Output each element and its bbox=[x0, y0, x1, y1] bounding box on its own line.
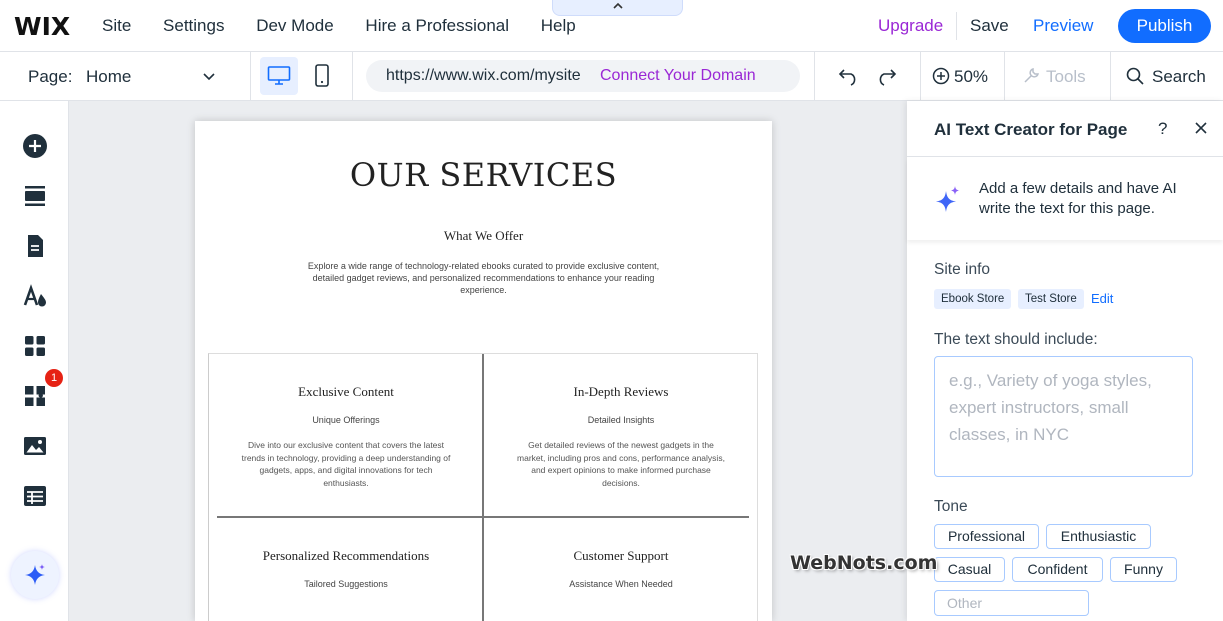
zoom-level: 50% bbox=[954, 67, 989, 86]
nav-help[interactable]: Help bbox=[541, 16, 576, 35]
ai-sparkle-icon bbox=[25, 564, 45, 585]
panel-intro: Add a few details and have AI write the … bbox=[907, 158, 1223, 240]
top-bar: WIX Site Settings Dev Mode Hire a Profes… bbox=[0, 0, 1223, 52]
tools-label: Tools bbox=[1046, 67, 1086, 86]
page-select[interactable]: Home bbox=[86, 67, 131, 87]
service-title: Personalized Recommendations bbox=[262, 548, 430, 563]
sections-icon[interactable] bbox=[22, 183, 48, 209]
nav-settings[interactable]: Settings bbox=[163, 16, 224, 35]
nav-site[interactable]: Site bbox=[102, 16, 131, 35]
service-title: Exclusive Content bbox=[298, 384, 394, 399]
pages-icon[interactable] bbox=[22, 233, 48, 259]
service-cell[interactable]: In-Depth Reviews Detailed Insights Get d… bbox=[484, 384, 758, 489]
divider bbox=[1110, 52, 1111, 101]
mobile-icon[interactable] bbox=[314, 64, 330, 88]
help-button[interactable]: ? bbox=[1158, 119, 1167, 139]
tone-enthusiastic[interactable]: Enthusiastic bbox=[1046, 524, 1151, 549]
divider bbox=[814, 52, 815, 101]
site-url-bar[interactable]: https://www.wix.com/mysite Connect Your … bbox=[366, 60, 800, 92]
page-preview[interactable]: OUR SERVICES What We Offer Explore a wid… bbox=[195, 121, 772, 621]
redo-icon[interactable] bbox=[875, 66, 897, 86]
panel-intro-text: Add a few details and have AI write the … bbox=[979, 180, 1177, 217]
services-description[interactable]: Explore a wide range of technology-relat… bbox=[295, 260, 672, 296]
add-elements-icon[interactable] bbox=[22, 133, 48, 159]
edit-site-info-link[interactable]: Edit bbox=[1091, 291, 1113, 306]
design-icon[interactable] bbox=[22, 283, 48, 309]
tone-label: Tone bbox=[934, 498, 968, 515]
tone-casual[interactable]: Casual bbox=[934, 557, 1005, 582]
divider bbox=[1004, 52, 1005, 101]
services-title[interactable]: OUR SERVICES bbox=[195, 156, 772, 194]
panel-header: AI Text Creator for Page ? bbox=[907, 101, 1223, 157]
top-nav: Site Settings Dev Mode Hire a Profession… bbox=[102, 16, 603, 36]
search-icon bbox=[1126, 67, 1144, 85]
editor-toolbar: Page: Home https://www.wix.com/mysite Co… bbox=[0, 52, 1223, 101]
service-description: Get detailed reviews of the newest gadge… bbox=[517, 440, 725, 488]
close-icon[interactable] bbox=[1194, 121, 1208, 135]
service-cell[interactable]: Personalized Recommendations Tailored Su… bbox=[209, 548, 483, 589]
tone-confident[interactable]: Confident bbox=[1012, 557, 1103, 582]
grid-divider bbox=[217, 516, 749, 518]
site-info-chip: Test Store bbox=[1018, 289, 1084, 309]
desktop-icon bbox=[267, 66, 291, 85]
site-info-label: Site info bbox=[934, 261, 991, 278]
cms-icon[interactable] bbox=[22, 483, 48, 509]
publish-button[interactable]: Publish bbox=[1118, 9, 1211, 43]
service-title: In-Depth Reviews bbox=[573, 384, 669, 399]
service-subtitle: Detailed Insights bbox=[587, 415, 655, 425]
divider bbox=[250, 52, 251, 101]
site-info-chip: Ebook Store bbox=[934, 289, 1012, 309]
include-label: The text should include: bbox=[934, 331, 1098, 348]
media-icon[interactable] bbox=[22, 433, 48, 459]
preview-button[interactable]: Preview bbox=[1033, 16, 1093, 36]
wrench-icon bbox=[1024, 67, 1040, 83]
ai-assistant-button[interactable] bbox=[11, 551, 59, 599]
connect-domain-link[interactable]: Connect Your Domain bbox=[600, 67, 756, 85]
business-apps-icon[interactable] bbox=[22, 383, 48, 409]
services-subtitle[interactable]: What We Offer bbox=[195, 228, 772, 244]
service-description: Dive into our exclusive content that cov… bbox=[241, 440, 451, 488]
nav-hire-professional[interactable]: Hire a Professional bbox=[365, 16, 509, 35]
service-subtitle: Unique Offerings bbox=[312, 415, 380, 425]
divider bbox=[352, 52, 353, 101]
apps-icon[interactable] bbox=[22, 333, 48, 359]
panel-title: AI Text Creator for Page bbox=[934, 120, 1128, 139]
tone-funny[interactable]: Funny bbox=[1110, 557, 1177, 582]
service-subtitle: Tailored Suggestions bbox=[304, 579, 388, 589]
page-label: Page: bbox=[28, 67, 73, 86]
services-grid[interactable]: Exclusive Content Unique Offerings Dive … bbox=[208, 353, 758, 621]
search-button[interactable]: Search bbox=[1126, 67, 1206, 87]
site-url: https://www.wix.com/mysite bbox=[386, 67, 581, 84]
collapse-toolbar-button[interactable] bbox=[552, 0, 683, 16]
editor-canvas[interactable]: OUR SERVICES What We Offer Explore a wid… bbox=[69, 101, 907, 621]
zoom-in-icon bbox=[932, 67, 950, 85]
divider bbox=[956, 12, 957, 40]
service-cell[interactable]: Exclusive Content Unique Offerings Dive … bbox=[209, 384, 483, 489]
tone-professional[interactable]: Professional bbox=[934, 524, 1039, 549]
left-sidebar: 1 bbox=[0, 101, 69, 621]
desktop-view-button[interactable] bbox=[260, 57, 298, 95]
divider bbox=[920, 52, 921, 101]
search-label: Search bbox=[1152, 67, 1206, 86]
upgrade-link[interactable]: Upgrade bbox=[878, 16, 943, 36]
zoom-control[interactable]: 50% bbox=[932, 67, 988, 87]
tools-button[interactable]: Tools bbox=[1022, 67, 1086, 87]
service-subtitle: Assistance When Needed bbox=[569, 579, 673, 589]
nav-dev-mode[interactable]: Dev Mode bbox=[256, 16, 333, 35]
save-button[interactable]: Save bbox=[970, 16, 1009, 36]
include-text-input[interactable]: e.g., Variety of yoga styles, expert ins… bbox=[934, 356, 1193, 477]
wix-logo[interactable]: WIX bbox=[14, 12, 70, 41]
service-title: Customer Support bbox=[573, 548, 669, 563]
undo-icon[interactable] bbox=[838, 66, 860, 86]
tone-other-input[interactable]: Other bbox=[934, 590, 1089, 616]
ai-sparkle-icon bbox=[936, 186, 960, 212]
watermark: WebNots.com bbox=[790, 552, 938, 574]
ai-text-creator-panel: AI Text Creator for Page ? Add a few det… bbox=[907, 101, 1223, 621]
notification-badge: 1 bbox=[45, 369, 63, 387]
chevron-up-icon bbox=[612, 2, 623, 9]
chevron-down-icon[interactable] bbox=[202, 67, 216, 85]
service-cell[interactable]: Customer Support Assistance When Needed bbox=[484, 548, 758, 589]
